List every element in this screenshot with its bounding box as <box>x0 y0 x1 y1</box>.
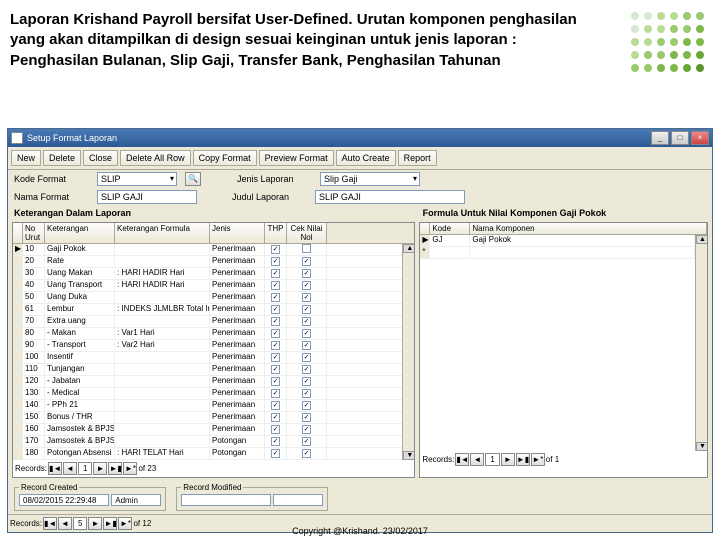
section-right-label: Formula Untuk Nilai Komponen Gaji Pokok <box>417 206 712 220</box>
table-row[interactable]: 20RatePenerimaan✓✓ <box>13 256 402 268</box>
record-modified-group: Record Modified <box>176 483 328 511</box>
judul-laporan-label: Judul Laporan <box>232 192 307 202</box>
table-row[interactable]: 130 - MedicalPenerimaan✓✓ <box>13 388 402 400</box>
nav-first-r[interactable]: ▮◄ <box>455 453 469 466</box>
nav-of-r: of 1 <box>546 455 559 464</box>
delete-all-button[interactable]: Delete All Row <box>120 150 191 166</box>
nav-new-r[interactable]: ►* <box>531 453 545 466</box>
nama-format-label: Nama Format <box>14 192 89 202</box>
titlebar[interactable]: Setup Format Laporan _ □ × <box>8 129 712 147</box>
table-row[interactable]: 30Uang Makan: HARI HADIR HariPenerimaan✓… <box>13 268 402 280</box>
nama-format-input[interactable]: SLIP GAJI <box>97 190 197 204</box>
modified-date <box>181 494 271 506</box>
jenis-laporan-label: Jenis Laporan <box>237 174 312 184</box>
nav-prev-r[interactable]: ◄ <box>470 453 484 466</box>
table-row[interactable]: 180Potongan Absensi: HARI TELAT HariPoto… <box>13 448 402 460</box>
col-cek-nilai[interactable]: Cek Nilai Nol <box>287 223 327 243</box>
col-nama-komponen[interactable]: Nama Komponen <box>470 223 707 234</box>
table-row[interactable]: ▶10Gaji PokokPenerimaan✓ <box>13 244 402 256</box>
kode-format-label: Kode Format <box>14 174 89 184</box>
minimize-button[interactable]: _ <box>651 131 669 145</box>
judul-laporan-input[interactable]: SLIP GAJI <box>315 190 465 204</box>
record-created-group: Record Created 08/02/2015 22:29:48 Admin <box>14 483 166 511</box>
grid-keterangan[interactable]: No Urut Keterangan Keterangan Formula Je… <box>12 222 415 478</box>
grid-left-nav: Records: ▮◄ ◄ 1 ► ►▮ ►* of 23 <box>13 460 414 477</box>
app-window: Setup Format Laporan _ □ × New Delete Cl… <box>7 128 713 533</box>
nav-new[interactable]: ►* <box>123 462 137 475</box>
section-left-label: Keterangan Dalam Laporan <box>8 206 417 220</box>
auto-create-button[interactable]: Auto Create <box>336 150 396 166</box>
table-row[interactable]: 40Uang Transport: HARI HADIR HariPenerim… <box>13 280 402 292</box>
table-row[interactable]: 61Lembur: INDEKS JLMLBR Total IndeksPene… <box>13 304 402 316</box>
window-title: Setup Format Laporan <box>27 133 117 143</box>
nav-of: of 23 <box>138 464 156 473</box>
new-button[interactable]: New <box>11 150 41 166</box>
copy-format-button[interactable]: Copy Format <box>193 150 257 166</box>
table-row[interactable]: 90 - Transport: Var2 HariPenerimaan✓✓ <box>13 340 402 352</box>
col-kode[interactable]: Kode <box>430 223 470 234</box>
nav-pos[interactable]: 1 <box>78 462 92 475</box>
created-legend: Record Created <box>19 483 79 492</box>
kode-format-combo[interactable]: SLIP <box>97 172 177 186</box>
delete-button[interactable]: Delete <box>43 150 81 166</box>
records-label: Records: <box>15 464 47 473</box>
table-row[interactable]: 70Extra uangPenerimaan✓✓ <box>13 316 402 328</box>
report-button[interactable]: Report <box>398 150 437 166</box>
page-description: Laporan Krishand Payroll bersifat User-D… <box>10 10 580 71</box>
table-row[interactable]: 140 - PPh 21Penerimaan✓✓ <box>13 400 402 412</box>
table-row[interactable]: ▶GJGaji Pokok <box>420 235 695 247</box>
col-keterangan[interactable]: Keterangan <box>45 223 115 243</box>
modified-user <box>273 494 323 506</box>
grid-right-nav: Records: ▮◄ ◄ 1 ► ►▮ ►* of 1 <box>420 451 707 468</box>
new-row[interactable]: * <box>420 247 695 259</box>
decorative-dots <box>631 12 706 74</box>
copyright: Copyright @Krishand. 23/02/2017 <box>0 526 720 536</box>
created-user: Admin <box>111 494 161 506</box>
table-row[interactable]: 120 - JabatanPenerimaan✓✓ <box>13 376 402 388</box>
table-row[interactable]: 150Bonus / THRPenerimaan✓✓ <box>13 412 402 424</box>
close-button[interactable]: × <box>691 131 709 145</box>
close-form-button[interactable]: Close <box>83 150 118 166</box>
app-icon <box>11 132 23 144</box>
nav-last[interactable]: ►▮ <box>108 462 122 475</box>
col-no[interactable]: No Urut <box>23 223 45 243</box>
modified-legend: Record Modified <box>181 483 243 492</box>
col-thp[interactable]: THP <box>265 223 287 243</box>
records-label-r: Records: <box>422 455 454 464</box>
table-row[interactable]: 110TunjanganPenerimaan✓✓ <box>13 364 402 376</box>
table-row[interactable]: 160Jamsostek & BPJS ( Company )Penerimaa… <box>13 424 402 436</box>
preview-format-button[interactable]: Preview Format <box>259 150 334 166</box>
created-date: 08/02/2015 22:29:48 <box>19 494 109 506</box>
nav-next[interactable]: ► <box>93 462 107 475</box>
table-row[interactable]: 100InsentifPenerimaan✓✓ <box>13 352 402 364</box>
table-row[interactable]: 80 - Makan: Var1 HariPenerimaan✓✓ <box>13 328 402 340</box>
scrollbar-vertical[interactable] <box>402 244 414 460</box>
nav-last-r[interactable]: ►▮ <box>516 453 530 466</box>
table-row[interactable]: 170Jamsostek & BPJS Ded ( Co )Potongan✓✓ <box>13 436 402 448</box>
col-ket-formula[interactable]: Keterangan Formula <box>115 223 210 243</box>
table-row[interactable]: 50Uang DukaPenerimaan✓✓ <box>13 292 402 304</box>
maximize-button[interactable]: □ <box>671 131 689 145</box>
nav-pos-r[interactable]: 1 <box>485 453 499 466</box>
toolbar: New Delete Close Delete All Row Copy For… <box>8 147 712 170</box>
jenis-laporan-combo[interactable]: Slip Gaji <box>320 172 420 186</box>
nav-first[interactable]: ▮◄ <box>48 462 62 475</box>
scrollbar-vertical-right[interactable] <box>695 235 707 451</box>
zoom-button[interactable]: 🔍 <box>185 172 201 186</box>
nav-next-r[interactable]: ► <box>501 453 515 466</box>
grid-formula[interactable]: Kode Nama Komponen ▶GJGaji Pokok* Record… <box>419 222 708 478</box>
col-jenis[interactable]: Jenis <box>210 223 265 243</box>
nav-prev[interactable]: ◄ <box>63 462 77 475</box>
